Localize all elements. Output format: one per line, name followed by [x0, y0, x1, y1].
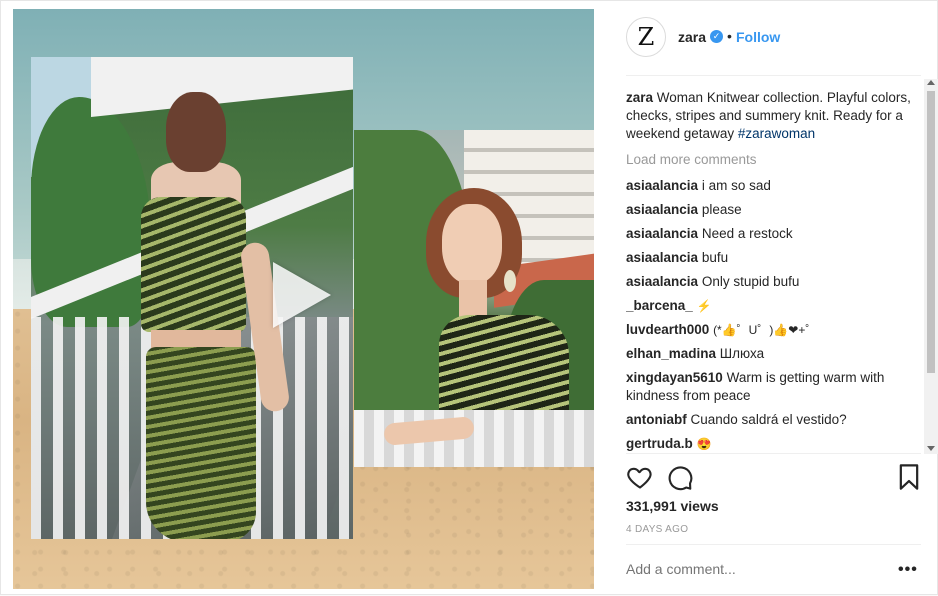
- comment-item: elhan_madina Шлюха: [626, 345, 916, 363]
- bookmark-icon[interactable]: [897, 463, 921, 491]
- comment-item: antoniabf Cuando saldrá el vestido?: [626, 411, 916, 429]
- avatar-letter: Z: [637, 23, 655, 51]
- comment-username[interactable]: elhan_madina: [626, 346, 716, 361]
- caption-username[interactable]: zara: [626, 90, 653, 105]
- comment-text: please: [701, 202, 742, 217]
- username-link[interactable]: zara: [678, 29, 706, 45]
- woman-figure: [131, 92, 291, 539]
- comment-item: asiaalancia Only stupid bufu: [626, 273, 916, 291]
- add-comment-input[interactable]: [626, 561, 876, 577]
- comment-text: 😍: [696, 437, 712, 451]
- post-container: Z zara ✓ • Follow zara Woman Knitwear co…: [0, 0, 938, 595]
- comment-text: i am so sad: [701, 178, 771, 193]
- scroll-down-arrow-icon[interactable]: [927, 446, 935, 451]
- comment-text: Need a restock: [701, 226, 793, 241]
- comment-username[interactable]: asiaalancia: [626, 178, 698, 193]
- comments-scrollbar[interactable]: [924, 79, 938, 454]
- follow-button[interactable]: Follow: [736, 29, 780, 45]
- comment-text: Cuando saldrá el vestido?: [690, 412, 847, 427]
- comment-item: asiaalancia bufu: [626, 249, 916, 267]
- scroll-up-arrow-icon[interactable]: [927, 80, 935, 85]
- comment-username[interactable]: asiaalancia: [626, 202, 698, 217]
- photo-right-woman-portrait: [354, 130, 594, 467]
- view-count[interactable]: 331,991 views: [626, 498, 719, 514]
- action-bar: [626, 463, 921, 491]
- post-caption: zara Woman Knitwear collection. Playful …: [626, 89, 916, 143]
- post-header: Z zara ✓ • Follow: [606, 1, 938, 75]
- comment-item: luvdearth000 (*👍゜U゜)👍❤+゜: [626, 321, 916, 339]
- comment-username[interactable]: xingdayan5610: [626, 370, 723, 385]
- comment-item: asiaalancia please: [626, 201, 916, 219]
- comments-list: zara Woman Knitwear collection. Playful …: [626, 89, 916, 453]
- comment-username[interactable]: asiaalancia: [626, 250, 698, 265]
- comment-text: ⚡: [696, 299, 712, 313]
- comment-username[interactable]: gertruda.b: [626, 436, 693, 451]
- comment-username[interactable]: luvdearth000: [626, 322, 709, 337]
- comment-text: Шлюха: [719, 346, 765, 361]
- post-media[interactable]: [13, 9, 594, 589]
- comment-item: asiaalancia Need a restock: [626, 225, 916, 243]
- play-icon[interactable]: [273, 262, 331, 328]
- post-timestamp[interactable]: 4 DAYS AGO: [626, 524, 688, 535]
- comment-username[interactable]: asiaalancia: [626, 274, 698, 289]
- load-more-comments-button[interactable]: Load more comments: [626, 151, 916, 169]
- comment-username[interactable]: asiaalancia: [626, 226, 698, 241]
- divider: [626, 544, 921, 545]
- comment-username[interactable]: antoniabf: [626, 412, 687, 427]
- verified-badge-icon: ✓: [710, 30, 723, 43]
- heart-icon[interactable]: [626, 463, 654, 491]
- comment-text: bufu: [701, 250, 729, 265]
- avatar[interactable]: Z: [626, 17, 666, 57]
- more-options-icon[interactable]: •••: [898, 561, 918, 579]
- comment-icon[interactable]: [666, 463, 694, 491]
- scrollbar-thumb[interactable]: [927, 91, 935, 373]
- hashtag-link[interactable]: #zarawoman: [738, 126, 815, 141]
- post-sidebar: Z zara ✓ • Follow zara Woman Knitwear co…: [606, 1, 938, 596]
- separator-dot: •: [727, 28, 732, 44]
- comment-username[interactable]: _barcena_: [626, 298, 693, 313]
- comment-item: asiaalancia i am so sad: [626, 177, 916, 195]
- comment-text: (*👍゜U゜)👍❤+゜: [713, 323, 818, 337]
- comment-item: _barcena_ ⚡: [626, 297, 916, 315]
- divider: [626, 75, 921, 76]
- comment-text: Only stupid bufu: [701, 274, 800, 289]
- divider: [626, 453, 921, 454]
- comment-item: gertruda.b 😍: [626, 435, 916, 453]
- comment-item: xingdayan5610 Warm is getting warm with …: [626, 369, 916, 405]
